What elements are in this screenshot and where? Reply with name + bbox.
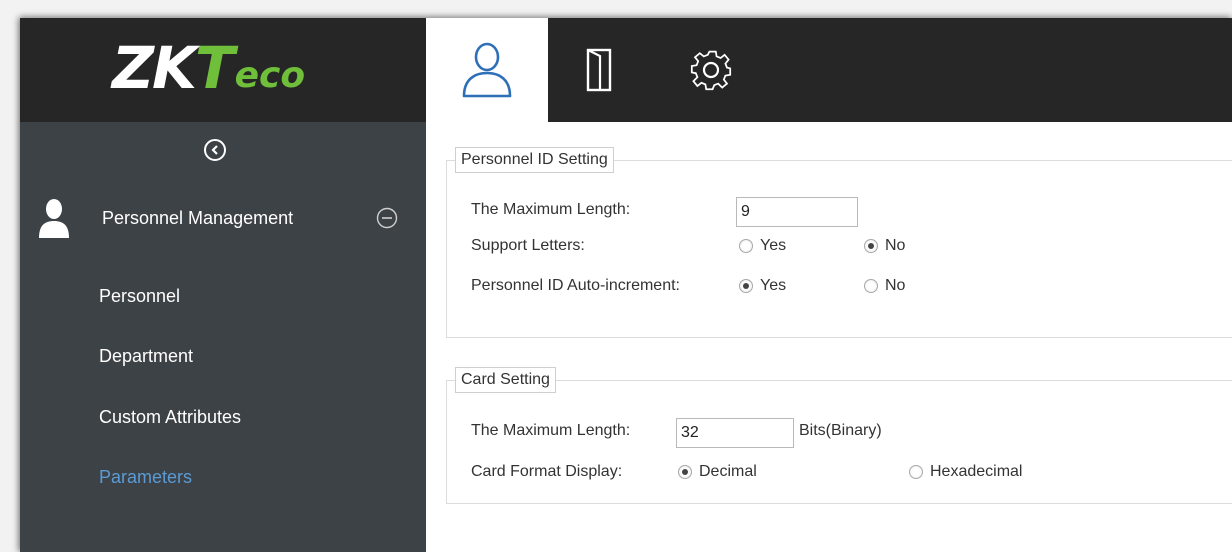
auto-increment-yes-radio[interactable]: Yes bbox=[739, 277, 786, 295]
card-max-length-label: The Maximum Length: bbox=[471, 422, 631, 439]
menu-item-parameters[interactable]: Parameters bbox=[99, 467, 192, 488]
chevron-left-icon bbox=[211, 145, 218, 155]
person-icon bbox=[39, 199, 69, 238]
radio-label: Yes bbox=[760, 237, 787, 254]
collapse-module-icon[interactable] bbox=[376, 207, 398, 229]
panel-title: Personnel ID Setting bbox=[455, 147, 614, 173]
radio-button bbox=[909, 465, 923, 479]
support-letters-label: Support Letters: bbox=[471, 237, 585, 254]
card-format-decimal-radio[interactable]: Decimal bbox=[678, 463, 757, 481]
radio-button-selected bbox=[678, 465, 692, 479]
radio-label: No bbox=[885, 237, 906, 254]
sidebar: ZK T eco Personnel Management Personnel … bbox=[20, 18, 426, 552]
top-navigation-bar bbox=[426, 18, 1232, 122]
radio-button bbox=[739, 239, 753, 253]
support-letters-yes-radio[interactable]: Yes bbox=[739, 237, 786, 255]
tab-system-settings[interactable] bbox=[650, 18, 772, 122]
logo-text-eco: eco bbox=[234, 55, 306, 96]
radio-button bbox=[864, 279, 878, 293]
menu-item-custom-attributes[interactable]: Custom Attributes bbox=[99, 407, 241, 428]
menu-item-department[interactable]: Department bbox=[99, 346, 193, 367]
radio-label: Hexadecimal bbox=[930, 463, 1023, 480]
tab-personnel[interactable] bbox=[426, 18, 548, 122]
radio-label: Decimal bbox=[699, 463, 757, 480]
door-icon bbox=[586, 48, 612, 92]
panel-title: Card Setting bbox=[455, 367, 556, 393]
person-outline-icon bbox=[462, 42, 512, 98]
app-window: ZK T eco Personnel Management Personnel … bbox=[20, 18, 1232, 552]
tab-access-control[interactable] bbox=[548, 18, 650, 122]
card-setting-panel: Card Setting The Maximum Length: Bits(Bi… bbox=[446, 367, 1232, 504]
zkteco-logo: ZK T eco bbox=[112, 34, 305, 98]
card-max-length-input[interactable] bbox=[676, 418, 794, 448]
card-format-hexadecimal-radio[interactable]: Hexadecimal bbox=[909, 463, 1022, 481]
module-label: Personnel Management bbox=[102, 207, 294, 228]
radio-label: Yes bbox=[760, 277, 787, 294]
auto-increment-no-radio[interactable]: No bbox=[864, 277, 905, 295]
card-bits-unit: Bits(Binary) bbox=[799, 422, 882, 439]
logo-text-t: T bbox=[195, 34, 235, 102]
menu-item-personnel[interactable]: Personnel bbox=[99, 286, 180, 307]
max-length-label: The Maximum Length: bbox=[471, 201, 631, 218]
logo-area: ZK T eco bbox=[20, 18, 426, 122]
card-format-label: Card Format Display: bbox=[471, 463, 623, 480]
main-content: Personnel ID Setting The Maximum Length:… bbox=[426, 122, 1232, 552]
support-letters-no-radio[interactable]: No bbox=[864, 237, 905, 255]
module-personnel-management[interactable]: Personnel Management bbox=[38, 196, 408, 240]
auto-increment-label: Personnel ID Auto-increment: bbox=[471, 277, 680, 294]
collapse-sidebar-button[interactable] bbox=[204, 139, 226, 161]
personnel-id-max-length-input[interactable] bbox=[736, 197, 858, 227]
personnel-id-setting-panel: Personnel ID Setting The Maximum Length:… bbox=[446, 147, 1232, 338]
radio-button-selected bbox=[864, 239, 878, 253]
radio-label: No bbox=[885, 277, 906, 294]
gear-icon bbox=[690, 50, 732, 91]
logo-text-zk: ZK bbox=[112, 34, 197, 102]
radio-button-selected bbox=[739, 279, 753, 293]
